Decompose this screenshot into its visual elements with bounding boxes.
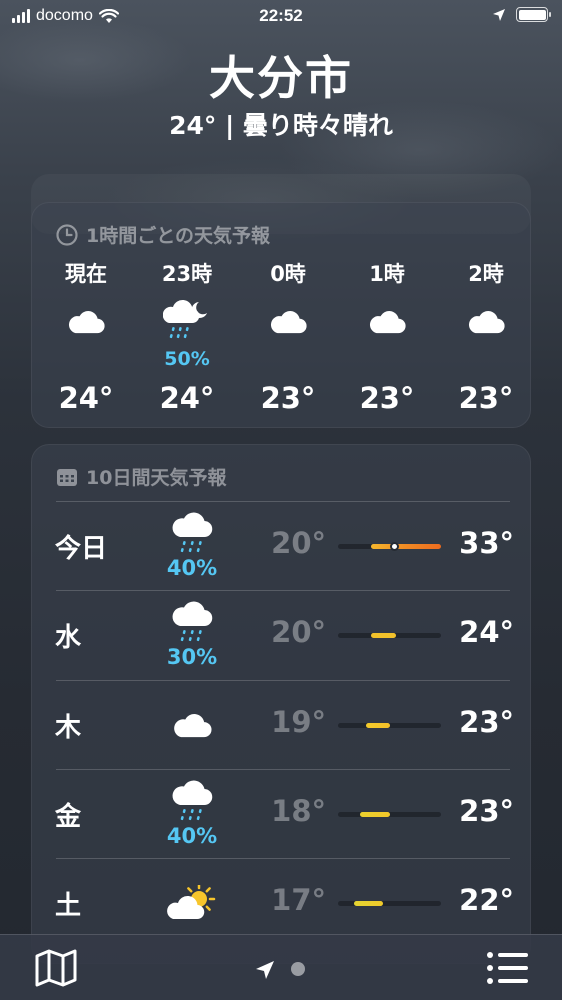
hour-temp: 24° <box>159 381 215 415</box>
hourly-forecast-card[interactable]: 1時間ごとの天気予報 現在 24° 23時 50% 24° 0時 23° 1時 23° 2時 23° <box>31 202 531 428</box>
temp-range-fill <box>354 901 383 906</box>
hourly-item: 23時 50% 24° <box>137 259 237 415</box>
day-precip: 40% <box>166 824 218 848</box>
day-low-temp: 19° <box>271 705 326 739</box>
cloud-icon <box>436 295 536 347</box>
location-page-icon[interactable] <box>254 959 276 981</box>
hour-temp: 23° <box>260 381 316 415</box>
status-time: 22:52 <box>259 6 303 25</box>
day-low-temp: 20° <box>271 615 326 649</box>
rain-cloud-icon <box>162 778 222 826</box>
hourly-item: 現在 24° <box>36 259 136 415</box>
temp-range-bar <box>338 723 441 728</box>
hourly-item: 1時 23° <box>337 259 437 415</box>
temp-range-fill <box>371 633 396 638</box>
day-precip: 30% <box>166 645 218 669</box>
day-low-temp: 17° <box>271 883 326 917</box>
cloud-icon <box>238 295 338 347</box>
day-high-temp: 23° <box>459 794 514 828</box>
map-icon[interactable] <box>34 949 78 987</box>
hour-precip <box>36 347 136 371</box>
battery-icon <box>516 7 551 22</box>
temp-range-fill <box>366 723 390 728</box>
daily-row[interactable]: 今日 40% 20° 33° <box>32 502 532 591</box>
temp-range-fill <box>360 812 390 817</box>
rain-cloud-icon <box>162 599 222 647</box>
daily-row[interactable]: 木 19° 23° <box>32 681 532 770</box>
current-temp-dot <box>390 542 399 551</box>
status-bar: docomo 22:52 <box>0 0 562 34</box>
current-summary: 24° | 曇り時々晴れ <box>169 111 393 140</box>
daily-title-text: 10日間天気予報 <box>86 467 227 489</box>
hour-precip <box>436 347 536 371</box>
day-low-temp: 18° <box>271 794 326 828</box>
hour-time: 0時 <box>270 262 306 286</box>
day-precip: 40% <box>166 556 218 580</box>
hourly-title-text: 1時間ごとの天気予報 <box>86 225 271 247</box>
day-high-temp: 22° <box>459 883 514 917</box>
hourly-item: 2時 23° <box>436 259 536 415</box>
hour-temp: 23° <box>458 381 514 415</box>
day-name: 土 <box>55 891 82 921</box>
rain-cloud-icon <box>162 510 222 558</box>
list-icon[interactable] <box>486 951 528 985</box>
day-low-temp: 20° <box>271 526 326 560</box>
hour-temp: 23° <box>359 381 415 415</box>
hour-precip: 50% <box>164 348 210 370</box>
temp-range-bar <box>338 901 441 906</box>
city-name: 大分市 <box>209 51 353 105</box>
temp-range-bar <box>338 633 441 638</box>
hour-time: 23時 <box>161 262 213 286</box>
day-name: 金 <box>55 802 82 832</box>
cloud-icon <box>36 295 136 347</box>
day-name: 今日 <box>55 534 108 564</box>
day-high-temp: 33° <box>459 526 514 560</box>
bottom-toolbar <box>0 934 562 1000</box>
daily-row[interactable]: 水 30% 20° 24° <box>32 591 532 680</box>
daily-title: 10日間天気予報 <box>56 463 226 490</box>
hour-time: 2時 <box>468 262 504 286</box>
partly-sunny-icon <box>162 879 222 927</box>
page-indicator-dot[interactable] <box>291 962 305 976</box>
location-header: 大分市 24° | 曇り時々晴れ <box>0 48 562 142</box>
hour-time: 現在 <box>65 262 107 286</box>
hourly-item: 0時 23° <box>238 259 338 415</box>
daily-forecast-card[interactable]: 10日間天気予報 今日 40% 20° 33° 水 30% 20° 24° 木 19° 23° 金 40… <box>31 444 531 964</box>
day-high-temp: 24° <box>459 615 514 649</box>
day-high-temp: 23° <box>459 705 514 739</box>
hour-temp: 24° <box>58 381 114 415</box>
temp-range-bar <box>338 812 441 817</box>
day-name: 木 <box>55 713 82 743</box>
hour-time: 1時 <box>369 262 405 286</box>
day-name: 水 <box>55 623 82 653</box>
location-arrow-icon <box>493 8 505 21</box>
hourly-title: 1時間ごとの天気予報 <box>56 221 270 248</box>
cloud-icon <box>162 701 222 749</box>
hour-precip <box>238 347 338 371</box>
temp-range-bar <box>338 542 441 551</box>
status-right <box>492 7 551 22</box>
cloud-icon <box>337 295 437 347</box>
calendar-icon <box>57 468 77 486</box>
rain-moon-icon <box>137 295 237 347</box>
temp-range-fill <box>371 544 441 549</box>
clock-icon <box>56 223 78 246</box>
daily-row[interactable]: 金 40% 18° 23° <box>32 770 532 859</box>
hour-precip <box>337 347 437 371</box>
